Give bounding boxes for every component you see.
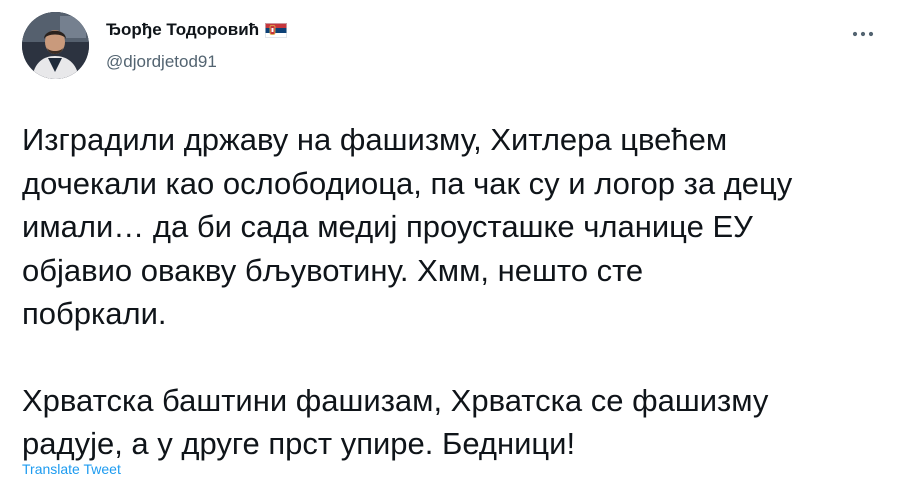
- display-name[interactable]: Ђорђе Тодоровић: [106, 20, 259, 40]
- avatar[interactable]: [22, 12, 89, 79]
- tweet-text: Изградили државу на фашизму, Хитлера цве…: [22, 118, 882, 466]
- user-handle[interactable]: @djordjetod91: [106, 52, 217, 72]
- author-name-row[interactable]: Ђорђе Тодоровић: [106, 18, 288, 42]
- avatar-image: [22, 12, 89, 79]
- serbia-flag-icon: [265, 22, 288, 38]
- translate-tweet-link[interactable]: Translate Tweet: [22, 461, 121, 477]
- tweet-paragraph: Хрватска баштини фашизам, Хрватска се фа…: [22, 382, 769, 462]
- more-options-button[interactable]: [848, 26, 878, 42]
- more-options-icon: [852, 31, 874, 37]
- tweet-card: Ђорђе Тодоровић @djordjetod91 Изградили …: [0, 0, 900, 497]
- tweet-paragraph: Изградили државу на фашизму, Хитлера цве…: [22, 122, 793, 331]
